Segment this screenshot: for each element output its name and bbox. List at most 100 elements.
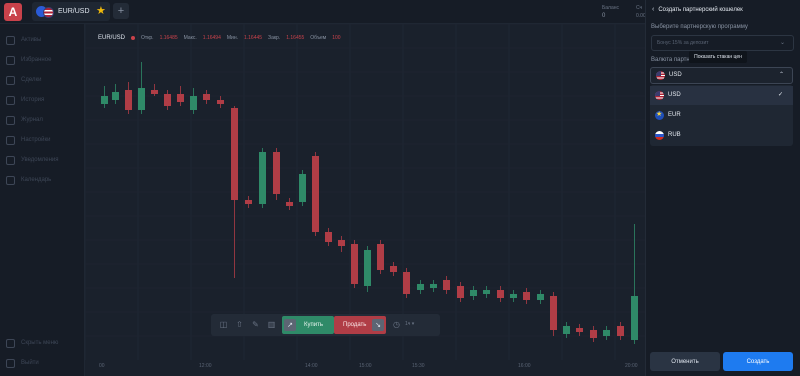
sidebar-item-journal[interactable]: Журнал	[6, 114, 43, 126]
currency-option-rub[interactable]: RUB	[650, 126, 793, 145]
panel-header: ‹ Создать партнерский кошелек	[652, 6, 743, 13]
balance-label: Баланс	[602, 5, 620, 11]
ohlc-low-label: Мин.	[226, 35, 238, 41]
candle-body	[286, 202, 293, 206]
sidebar-item-settings[interactable]: Настройки	[6, 134, 50, 146]
trade-toolbar: ◫ ⇧ ✎ ▥ ↗ Купить Продать ↘ ◷ 1ч ▾	[211, 314, 440, 336]
candle-body	[190, 96, 197, 110]
candle-body	[576, 328, 583, 332]
candle-body	[338, 240, 345, 246]
program-select[interactable]: Бонус 15% за депозит ⌄	[651, 35, 794, 51]
logo: A	[4, 3, 22, 21]
journal-icon	[6, 115, 15, 125]
x-tick-label: 20:00	[625, 363, 638, 369]
candle-body	[417, 284, 424, 290]
sidebar-item-label: Настройки	[21, 137, 51, 143]
sell-label: Продать	[343, 322, 367, 328]
currency-select-value: USD	[669, 72, 682, 78]
candle-body	[138, 88, 145, 110]
ohlc-open-value: 1.16485	[159, 35, 178, 41]
ohlc-high-value: 1.16494	[202, 35, 221, 41]
indicator-icon[interactable]: ⇧	[235, 320, 244, 329]
sidebar-item-logout[interactable]: Выйти	[6, 357, 39, 369]
candle-body	[164, 94, 171, 106]
notifications-icon	[6, 155, 15, 165]
candle-body	[430, 284, 437, 288]
sidebar-item-label: Сделки	[21, 77, 42, 83]
chart-header: EUR/USD Откр. 1.16485 Макс. 1.16494 Мин.…	[98, 35, 341, 41]
candle-body	[325, 232, 332, 242]
x-tick-label: 12:00	[199, 363, 212, 369]
sidebar-item-label: История	[21, 97, 45, 103]
create-button[interactable]: Создать	[723, 352, 793, 371]
sidebar-item-notifications[interactable]: Уведомления	[6, 154, 59, 166]
candle-body	[457, 286, 464, 298]
sidebar: Активы Избранное Сделки История Журнал Н…	[0, 24, 85, 376]
currency-option-eur[interactable]: EUR	[650, 106, 793, 125]
sidebar-item-hide-menu[interactable]: Скрыть меню	[6, 337, 58, 349]
candle-body	[231, 108, 238, 200]
draw-icon[interactable]: ✎	[251, 320, 260, 329]
candle-body	[259, 152, 266, 204]
asset-tab-label: EUR/USD	[58, 8, 90, 15]
add-tab-button[interactable]: +	[113, 3, 129, 19]
candle-body	[299, 174, 306, 202]
x-tick-label: 00	[99, 363, 105, 369]
chart-symbol: EUR/USD	[98, 35, 126, 41]
currency-dropdown: USD ✓ EUR RUB	[650, 85, 793, 146]
deals-icon	[6, 75, 15, 85]
sidebar-item-history[interactable]: История	[6, 94, 44, 106]
logout-icon	[6, 358, 15, 368]
buy-button[interactable]: ↗ Купить	[282, 316, 334, 334]
ohlc-volume-value: 100	[332, 35, 341, 41]
ohlc-close-label: Закр.	[268, 35, 281, 41]
candle-body	[537, 294, 544, 300]
sell-button[interactable]: Продать ↘	[334, 316, 386, 334]
balance: Баланс 0	[602, 4, 619, 20]
us-flag-icon	[655, 91, 664, 100]
buy-arrow-icon: ↗	[284, 319, 296, 331]
us-flag-icon	[656, 71, 665, 80]
sidebar-item-calendar[interactable]: Календарь	[6, 174, 51, 186]
check-icon: ✓	[777, 92, 783, 98]
sidebar-item-label: Выйти	[21, 360, 39, 366]
currency-option-usd[interactable]: USD ✓	[650, 86, 793, 105]
candle-body	[351, 244, 358, 284]
hide-menu-icon	[6, 338, 15, 348]
candle-body	[617, 326, 624, 336]
timeframe-select[interactable]: 1ч ▾	[405, 321, 414, 327]
layout-icon[interactable]: ◫	[219, 320, 228, 329]
candle-body	[390, 266, 397, 272]
sidebar-item-label: Уведомления	[21, 157, 59, 163]
x-tick-label: 16:00	[518, 363, 531, 369]
chart-type-icon[interactable]: ▥	[267, 320, 276, 329]
candle-body	[631, 296, 638, 340]
program-label: Выберите партнерскую программу	[651, 24, 748, 30]
favorite-star-icon[interactable]: ★	[96, 4, 106, 17]
candle-body	[470, 290, 477, 296]
sidebar-item-favorites[interactable]: Избранное	[6, 54, 51, 66]
candle-body	[443, 280, 450, 290]
candle-body	[497, 290, 504, 298]
app: A EUR/USD ★ + Баланс 0 Сч 0.00 Активы Из…	[0, 0, 800, 376]
candle-body	[403, 272, 410, 294]
assets-icon	[6, 35, 15, 45]
currency-select[interactable]: USD ⌃	[650, 67, 793, 84]
candle-body	[101, 96, 108, 104]
sidebar-item-assets[interactable]: Активы	[6, 34, 41, 46]
order-book-tooltip: Показать стакан цен	[689, 51, 747, 63]
candle-body	[151, 90, 158, 94]
cancel-button[interactable]: Отменить	[650, 352, 720, 371]
candle-body	[483, 290, 490, 294]
candle-body	[377, 244, 384, 270]
candle-body	[125, 90, 132, 110]
candle-body	[523, 292, 530, 300]
ohlc-low-value: 1.16445	[243, 35, 263, 41]
candle-body	[550, 296, 557, 330]
currency-option-label: USD	[668, 92, 681, 98]
clock-icon[interactable]: ◷	[392, 320, 401, 329]
favorites-icon	[6, 55, 15, 65]
x-tick-label: 14:00	[305, 363, 318, 369]
sidebar-item-deals[interactable]: Сделки	[6, 74, 41, 86]
back-arrow-icon[interactable]: ‹	[652, 6, 654, 13]
